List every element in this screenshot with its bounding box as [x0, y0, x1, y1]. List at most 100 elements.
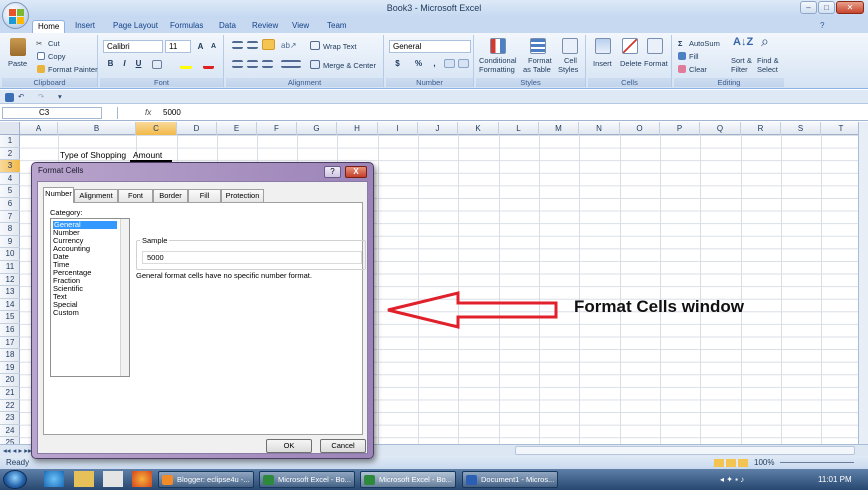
align-right-icon[interactable] — [262, 60, 273, 68]
grow-font-button[interactable]: A — [195, 41, 206, 52]
comma-button[interactable]: , — [429, 58, 440, 69]
taskbar-word[interactable]: Document1 - Micros... — [462, 471, 558, 488]
row-header-5[interactable]: 5 — [0, 185, 20, 198]
row-header-8[interactable]: 8 — [0, 223, 20, 236]
start-button[interactable] — [3, 470, 27, 489]
row-header-12[interactable]: 12 — [0, 274, 20, 287]
dialog-tab-fill[interactable]: Fill — [188, 189, 221, 203]
close-button[interactable]: ✕ — [836, 1, 864, 14]
align-center-icon[interactable] — [247, 60, 258, 68]
bold-button[interactable]: B — [105, 58, 116, 69]
row-header-22[interactable]: 22 — [0, 400, 20, 413]
tab-review[interactable]: Review — [247, 20, 283, 33]
column-header-p[interactable]: P — [660, 122, 700, 135]
format-cells-button[interactable]: Format — [644, 59, 668, 68]
horizontal-scrollbar[interactable] — [515, 446, 855, 455]
explorer-icon[interactable] — [74, 471, 94, 487]
office-button[interactable] — [2, 2, 29, 29]
ie-icon[interactable] — [44, 471, 64, 487]
column-header-l[interactable]: L — [499, 122, 539, 135]
fill-color-icon[interactable] — [180, 59, 192, 69]
save-icon[interactable] — [5, 93, 14, 102]
row-header-15[interactable]: 15 — [0, 311, 20, 324]
cell-c2[interactable]: Amount — [133, 150, 162, 160]
column-header-t[interactable]: T — [821, 122, 862, 135]
column-header-o[interactable]: O — [620, 122, 660, 135]
paste-button[interactable]: Paste — [8, 59, 27, 68]
row-header-16[interactable]: 16 — [0, 324, 20, 337]
sort-filter-label[interactable]: Sort & — [731, 56, 752, 65]
conditional-formatting-label[interactable]: Conditional — [479, 56, 517, 65]
column-header-a[interactable]: A — [20, 122, 58, 135]
minimize-button[interactable]: – — [800, 1, 817, 14]
column-header-e[interactable]: E — [217, 122, 257, 135]
row-header-18[interactable]: 18 — [0, 349, 20, 362]
cell-styles-label[interactable]: Cell — [564, 56, 577, 65]
column-header-f[interactable]: F — [257, 122, 297, 135]
taskbar-blogger[interactable]: Blogger: eclipse4u -... — [158, 471, 254, 488]
insert-cells-button[interactable]: Insert — [593, 59, 612, 68]
dialog-tab-protection[interactable]: Protection — [221, 189, 264, 203]
conditional-formatting-label-2[interactable]: Formatting — [479, 65, 515, 74]
column-header-h[interactable]: H — [337, 122, 378, 135]
dialog-help-button[interactable]: ? — [324, 166, 341, 178]
format-painter-button[interactable]: Format Painter — [48, 65, 98, 74]
column-header-m[interactable]: M — [539, 122, 579, 135]
category-list[interactable]: General Number Currency Accounting Date … — [50, 218, 130, 377]
view-buttons[interactable] — [714, 459, 748, 467]
column-header-r[interactable]: R — [741, 122, 781, 135]
font-name-combo[interactable]: Calibri — [103, 40, 163, 53]
increase-decimal-icon[interactable] — [444, 59, 455, 68]
orientation-icon[interactable]: ab↗ — [281, 41, 297, 50]
merge-center-button[interactable]: Merge & Center — [323, 61, 376, 70]
name-box[interactable]: C3 — [2, 107, 102, 119]
category-list-scrollbar[interactable] — [120, 219, 129, 376]
vertical-scrollbar[interactable] — [858, 122, 868, 456]
redo-icon[interactable]: ↷ — [38, 92, 44, 101]
row-header-6[interactable]: 6 — [0, 198, 20, 211]
tray-icons[interactable]: ◂ ✦ ▪ ♪ — [720, 471, 744, 488]
zoom-slider[interactable] — [780, 462, 854, 463]
undo-icon[interactable]: ↶ — [18, 92, 24, 101]
align-middle-icon[interactable] — [247, 41, 258, 49]
cut-button[interactable]: Cut — [48, 39, 60, 48]
currency-button[interactable]: $ — [392, 58, 403, 69]
underline-button[interactable]: U — [133, 58, 144, 69]
firefox-icon[interactable] — [132, 471, 152, 487]
tab-team[interactable]: Team — [322, 20, 352, 33]
dialog-close-button[interactable]: X — [345, 166, 367, 178]
percent-button[interactable]: % — [413, 58, 424, 69]
help-icon[interactable]: ? — [815, 20, 829, 33]
row-header-7[interactable]: 7 — [0, 211, 20, 224]
select-all-corner[interactable] — [0, 122, 20, 135]
format-as-table-label-2[interactable]: as Table — [523, 65, 551, 74]
column-header-j[interactable]: J — [418, 122, 458, 135]
align-top-icon[interactable] — [232, 41, 243, 49]
row-header-13[interactable]: 13 — [0, 286, 20, 299]
taskbar-excel-1[interactable]: Microsoft Excel - Bo... — [259, 471, 355, 488]
tab-formulas[interactable]: Formulas — [165, 20, 208, 33]
row-header-20[interactable]: 20 — [0, 374, 20, 387]
ok-button[interactable]: OK — [266, 439, 312, 453]
category-item[interactable]: Custom — [53, 309, 79, 317]
italic-button[interactable]: I — [119, 58, 130, 69]
cell-styles-label-2[interactable]: Styles — [558, 65, 578, 74]
decrease-decimal-icon[interactable] — [458, 59, 469, 68]
cell-b2[interactable]: Type of Shopping — [60, 150, 126, 160]
find-select-label-2[interactable]: Select — [757, 65, 778, 74]
tab-page-layout[interactable]: Page Layout — [108, 20, 163, 33]
row-header-9[interactable]: 9 — [0, 236, 20, 249]
align-left-icon[interactable] — [232, 60, 243, 68]
column-header-g[interactable]: G — [297, 122, 337, 135]
formula-input[interactable]: 5000 — [117, 107, 855, 119]
row-header-1[interactable]: 1 — [0, 135, 20, 148]
maximize-button[interactable]: □ — [818, 1, 835, 14]
row-header-17[interactable]: 17 — [0, 337, 20, 350]
media-icon[interactable] — [103, 471, 123, 487]
dialog-tab-alignment[interactable]: Alignment — [74, 189, 118, 203]
row-header-24[interactable]: 24 — [0, 425, 20, 438]
font-size-combo[interactable]: 11 — [165, 40, 191, 53]
tab-insert[interactable]: Insert — [70, 20, 100, 33]
tab-view[interactable]: View — [287, 20, 314, 33]
row-header-4[interactable]: 4 — [0, 173, 20, 186]
